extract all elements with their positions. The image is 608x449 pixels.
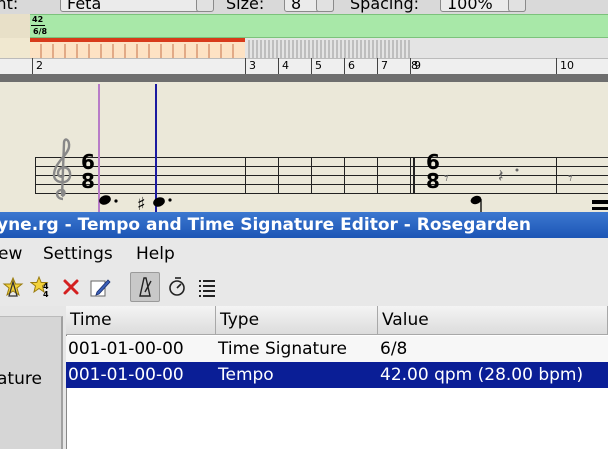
- tempo-marker-line: [31, 25, 45, 26]
- time-signature-filter-button[interactable]: [164, 272, 190, 302]
- svg-text:4: 4: [43, 290, 49, 298]
- font-combo-arrow-icon[interactable]: [196, 0, 214, 12]
- bar-number: 7: [381, 59, 388, 72]
- bar-line: [344, 58, 345, 75]
- font-combo-value: Feta: [67, 0, 102, 12]
- barline: [410, 157, 411, 194]
- table-row-selected[interactable]: 001-01-00-00 Tempo 42.00 qpm (28.00 bpm): [66, 362, 608, 388]
- time-signature-1: 6 8: [80, 152, 96, 193]
- staff-start-line: [35, 157, 36, 194]
- font-combo[interactable]: Feta: [60, 0, 212, 12]
- time-sig-denominator: 8: [81, 169, 95, 193]
- notation-toolbar: Font: Feta Size: 8 Spacing: 100%: [0, 0, 608, 14]
- barline: [377, 157, 378, 194]
- treble-clef-icon: [52, 138, 72, 201]
- bar-number: 5: [315, 59, 322, 72]
- notes-bar-1[interactable]: ♯: [95, 190, 215, 212]
- svg-text:𝄾: 𝄾: [444, 168, 449, 189]
- bar-line: [377, 58, 378, 75]
- cell-type: Tempo: [218, 365, 274, 385]
- add-tempo-change-button[interactable]: [0, 272, 26, 302]
- ruler-divider: [0, 74, 608, 82]
- delete-button[interactable]: [58, 272, 84, 302]
- bar-number: 2: [36, 59, 43, 72]
- barline: [245, 157, 246, 194]
- edit-icon: [90, 279, 111, 297]
- bar-number: 6: [348, 59, 355, 72]
- list-view-button[interactable]: [194, 272, 220, 302]
- spacing-label: Spacing:: [350, 0, 420, 13]
- barline: [344, 157, 345, 194]
- time-signature-marker[interactable]: 6/8: [33, 27, 47, 36]
- staff-line: [35, 157, 608, 158]
- time-signature-filter-icon: [169, 277, 185, 296]
- svg-text:♯: ♯: [137, 194, 146, 212]
- time-sig-denominator: 8: [426, 169, 440, 193]
- edit-button[interactable]: [87, 272, 113, 302]
- cell-value: 6/8: [380, 339, 408, 359]
- bar-number: 10: [560, 59, 574, 72]
- menu-help[interactable]: Help: [136, 244, 175, 264]
- menu-settings[interactable]: Settings: [43, 244, 113, 264]
- bar-number-ruler[interactable]: [0, 58, 608, 75]
- barline: [278, 157, 279, 194]
- bar-number: 9: [414, 59, 421, 72]
- add-time-signature-icon: 4 4: [30, 276, 49, 298]
- filter-panel: ature: [0, 316, 63, 449]
- size-combo-value: 8: [291, 0, 302, 12]
- metronome-icon: [139, 277, 152, 297]
- window-title-bar[interactable]: yne.rg - Tempo and Time Signature Editor…: [0, 212, 608, 238]
- add-time-signature-button[interactable]: 4 4: [28, 272, 54, 302]
- column-header-time[interactable]: Time: [66, 306, 216, 335]
- bar-line: [311, 58, 312, 75]
- notes-bar-2[interactable]: 𝄾 𝄽 𝄾: [440, 160, 608, 212]
- bar-line: [245, 58, 246, 75]
- bar-number: 4: [282, 59, 289, 72]
- size-combo-arrow-icon[interactable]: [316, 0, 334, 12]
- time-signature-2: 6 8: [425, 152, 441, 193]
- tempo-ruler[interactable]: [0, 14, 608, 38]
- cell-value: 42.00 qpm (28.00 bpm): [380, 365, 584, 385]
- add-tempo-change-icon: [2, 276, 24, 297]
- column-header-type[interactable]: Type: [216, 306, 378, 335]
- delete-icon: [63, 279, 79, 295]
- cell-type: Time Signature: [218, 339, 348, 359]
- barline: [311, 157, 312, 194]
- column-header-value[interactable]: Value: [378, 306, 608, 335]
- metronome-button[interactable]: [130, 272, 160, 302]
- spacing-combo-value: 100%: [447, 0, 493, 12]
- svg-text:𝄾: 𝄾: [568, 168, 573, 189]
- bar-line: [278, 58, 279, 75]
- cell-time: 001-01-00-00: [68, 339, 184, 359]
- svg-text:𝄽: 𝄽: [498, 166, 504, 187]
- menu-bar: ew Settings Help: [0, 238, 608, 270]
- filter-panel-label: ature: [0, 369, 42, 389]
- size-label: Size:: [226, 0, 265, 13]
- tempo-ruler-header: [0, 14, 30, 38]
- cell-time: 001-01-00-00: [68, 365, 184, 385]
- menu-view[interactable]: ew: [0, 244, 22, 264]
- tempo-marker[interactable]: 42: [32, 15, 43, 24]
- table-row[interactable]: 001-01-00-00 Time Signature 6/8: [66, 336, 608, 362]
- spacing-combo-arrow-icon[interactable]: [508, 0, 526, 12]
- list-view-icon: [199, 280, 215, 297]
- window-title: yne.rg - Tempo and Time Signature Editor…: [0, 215, 532, 235]
- font-label: Font:: [0, 0, 19, 13]
- bar-number: 3: [249, 59, 256, 72]
- double-barline: [413, 157, 415, 194]
- segment-ticks: [40, 40, 410, 58]
- bar-line: [556, 58, 557, 75]
- bar-line: [32, 58, 33, 75]
- loop-ruler-header: [0, 38, 30, 58]
